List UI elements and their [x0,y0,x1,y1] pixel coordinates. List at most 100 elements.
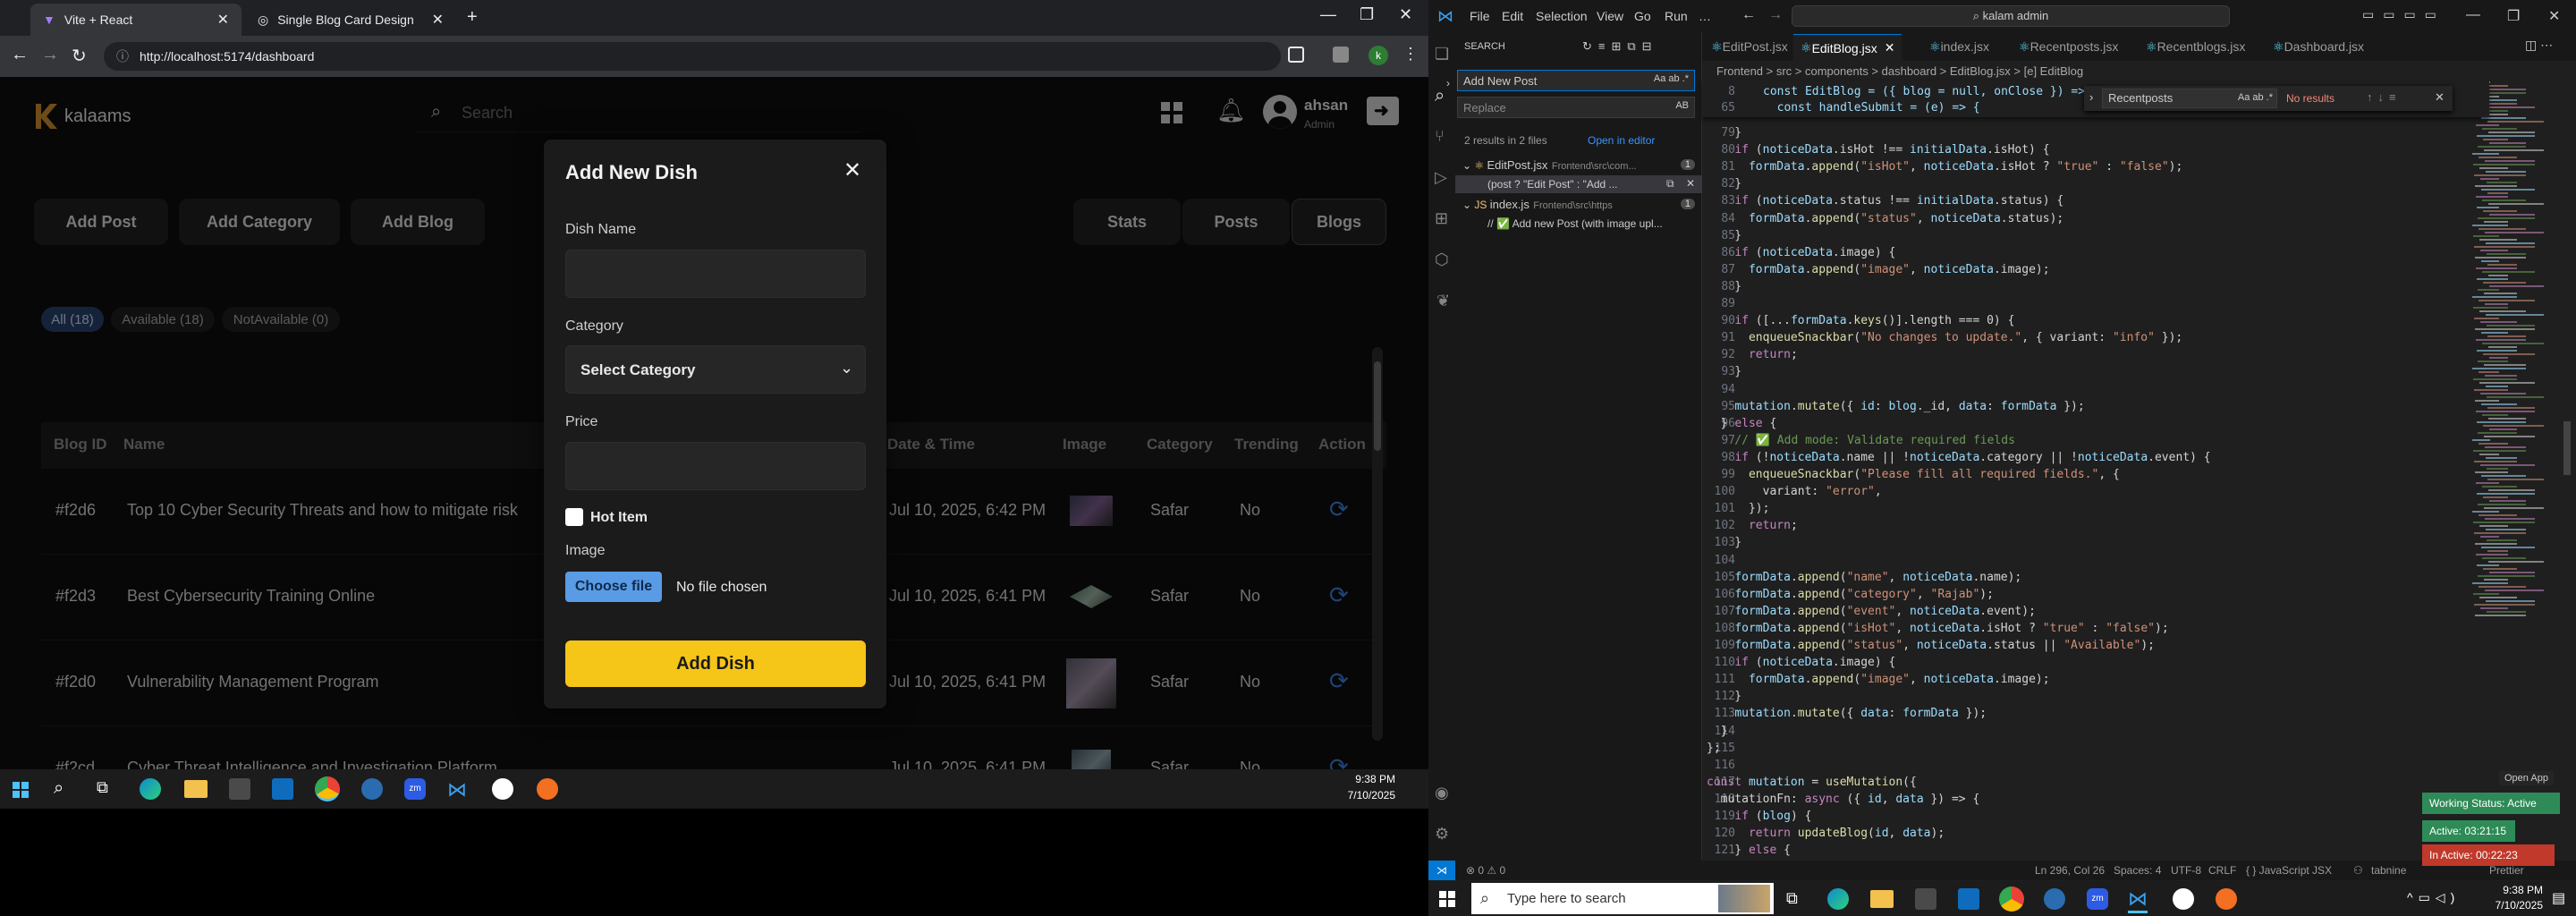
hot-item-checkbox[interactable] [565,508,583,526]
split-editor-icon[interactable]: ◫ ⋯ [2525,38,2553,53]
forward-icon[interactable]: → [41,45,59,65]
search-result-match[interactable]: (post ? "Edit Post" : "Add ... ⧉ ✕ [1455,175,1702,193]
windows-start-icon[interactable] [1439,891,1455,907]
nav-back-icon[interactable]: ← [1741,7,1756,23]
account-icon[interactable]: ◉ [1435,784,1449,802]
editor-tab-active[interactable]: ⚛ EditBlog.jsx ✕ [1793,34,1902,61]
chrome-menu-icon[interactable]: ⋮ [1402,45,1419,64]
remote-indicator-icon[interactable]: ⋊ [1428,861,1455,880]
nav-forward-icon[interactable]: → [1768,7,1783,23]
preserve-case-icon[interactable]: AB [1675,100,1689,111]
zoom-icon[interactable]: zm [2087,888,2108,910]
back-icon[interactable]: ← [11,45,29,65]
system-tray-icons[interactable]: ^▭◁) [2407,890,2460,905]
notification-icon[interactable]: ▤ [2552,889,2565,907]
app-icon-white[interactable] [2173,888,2194,910]
extension-icon[interactable] [1288,47,1304,63]
find-options-icons[interactable]: Aa ab .* [2238,92,2273,103]
task-view-icon[interactable]: ⧉ [1786,889,1798,908]
minimize-button[interactable]: — [1320,5,1336,24]
source-control-icon[interactable]: ⑂ [1435,127,1445,146]
maximize-button[interactable]: ❐ [2507,7,2520,25]
menu-view[interactable]: View [1597,9,1623,23]
profile-avatar[interactable]: k [1368,46,1388,65]
menu-run[interactable]: Run [1665,9,1688,23]
eol[interactable]: CRLF [2208,864,2236,877]
zoom-icon[interactable]: zm [404,778,426,800]
outlook-icon[interactable] [1958,888,1979,910]
menu-edit[interactable]: Edit [1502,9,1523,23]
close-icon[interactable]: ✕ [843,157,861,183]
minimize-button[interactable]: — [2466,7,2480,23]
open-in-editor-link[interactable]: Open in editor [1588,134,1655,147]
layout-controls[interactable]: ▭▭▭▭ [2362,7,2445,22]
store-icon[interactable] [229,778,250,800]
remote-icon[interactable]: ⬡ [1435,250,1449,269]
extension-icon-2[interactable] [1333,47,1349,63]
close-icon[interactable]: ✕ [2435,90,2445,105]
toggle-replace-icon[interactable]: › [1446,77,1450,89]
cursor-position[interactable]: Ln 296, Col 26 [2035,864,2105,877]
command-center[interactable]: ⌕ kalam admin [1792,5,2230,27]
problems-count[interactable]: ⊗ 0 ⚠ 0 [1466,864,1505,877]
app-icon-white[interactable] [492,778,513,800]
edge-icon[interactable] [140,778,161,800]
close-window-button[interactable]: ✕ [1399,5,1412,24]
toggle-replace-icon[interactable]: › [2089,90,2093,104]
find-input[interactable]: Recentposts Aa ab .* [2102,89,2277,108]
indentation[interactable]: Spaces: 4 [2114,864,2161,877]
editor-scrollbar[interactable] [2562,81,2572,861]
tabnine-status[interactable]: tabnine [2371,864,2406,877]
edge-icon[interactable] [1827,888,1849,910]
mongodb-icon[interactable]: ❦ [1436,292,1450,310]
app-icon[interactable] [2044,888,2065,910]
editor-tab[interactable]: ⚛ Dashboard.jsx [2273,36,2364,57]
editor-tab[interactable]: ⚛ Recentblogs.jsx [2146,36,2245,57]
task-view-icon[interactable]: ⧉ [97,778,108,797]
store-icon[interactable] [1915,888,1936,910]
menu-go[interactable]: Go [1634,9,1651,23]
reload-icon[interactable]: ↻ [72,45,87,67]
close-icon[interactable]: ✕ [432,11,444,29]
price-input[interactable] [565,442,866,490]
breadcrumb[interactable]: Frontend > src > components > dashboard … [1716,64,2083,78]
menu-selection[interactable]: Selection [1536,9,1588,23]
windows-start-icon[interactable] [13,782,29,798]
chrome-tab-vite[interactable]: ▼ Vite + React ✕ [30,4,242,36]
replace-all-icon[interactable]: ⧉ [1666,177,1674,191]
editor-tab[interactable]: ⚛ index.jsx [1929,36,1989,57]
search-result-file[interactable]: ⌄ JS index.js Frontend\src\https 1 [1462,197,1699,215]
category-select[interactable]: Select Category ⌄ [565,345,866,394]
postman-icon[interactable] [2216,888,2237,910]
chrome-icon[interactable] [1999,886,2024,912]
language-mode[interactable]: { } JavaScript JSX [2246,864,2332,877]
menu-more[interactable]: … [1699,9,1711,23]
new-tab-button[interactable]: + [467,7,478,28]
copilot-icon[interactable]: ⚇ [2353,864,2363,877]
chrome-icon[interactable] [315,776,340,802]
dismiss-icon[interactable]: ✕ [1686,177,1695,190]
search-query-input[interactable]: Add New Post Aa ab .* [1457,70,1695,91]
explorer-icon[interactable]: ❏ [1435,45,1449,64]
search-result-file[interactable]: ⌄ ⚛ EditPost.jsx Frontend\src\com... 1 [1462,157,1699,175]
encoding[interactable]: UTF-8 [2171,864,2201,877]
file-explorer-icon[interactable] [184,780,208,798]
add-dish-button[interactable]: Add Dish [565,640,866,687]
windows-search-box[interactable]: ⌕ Type here to search [1471,883,1774,914]
close-window-button[interactable]: ✕ [2548,7,2560,25]
replace-input[interactable]: Replace AB [1457,97,1695,118]
search-icon[interactable]: ⌕ [54,778,64,799]
maximize-button[interactable]: ❐ [1360,5,1374,24]
search-options-icons[interactable]: Aa ab .* [1654,73,1689,84]
result-match-text[interactable]: // ✅ Add new Post (with image upl... [1487,217,1663,230]
editor-tab[interactable]: ⚛ Recentposts.jsx [2019,36,2118,57]
vscode-icon[interactable]: ⋈ [447,778,467,802]
prettier-status[interactable]: Prettier [2489,864,2524,877]
outlook-icon[interactable] [272,778,293,800]
close-icon[interactable]: ✕ [217,11,229,29]
app-icon[interactable] [361,778,383,800]
chrome-tab-blog[interactable]: ◎ Single Blog Card Design ✕ [245,4,456,36]
settings-gear-icon[interactable]: ⚙ [1435,825,1449,844]
search-icon[interactable]: ⌕ [1435,86,1445,106]
address-bar[interactable]: ⓘ http://localhost:5174/dashboard [104,42,1281,71]
